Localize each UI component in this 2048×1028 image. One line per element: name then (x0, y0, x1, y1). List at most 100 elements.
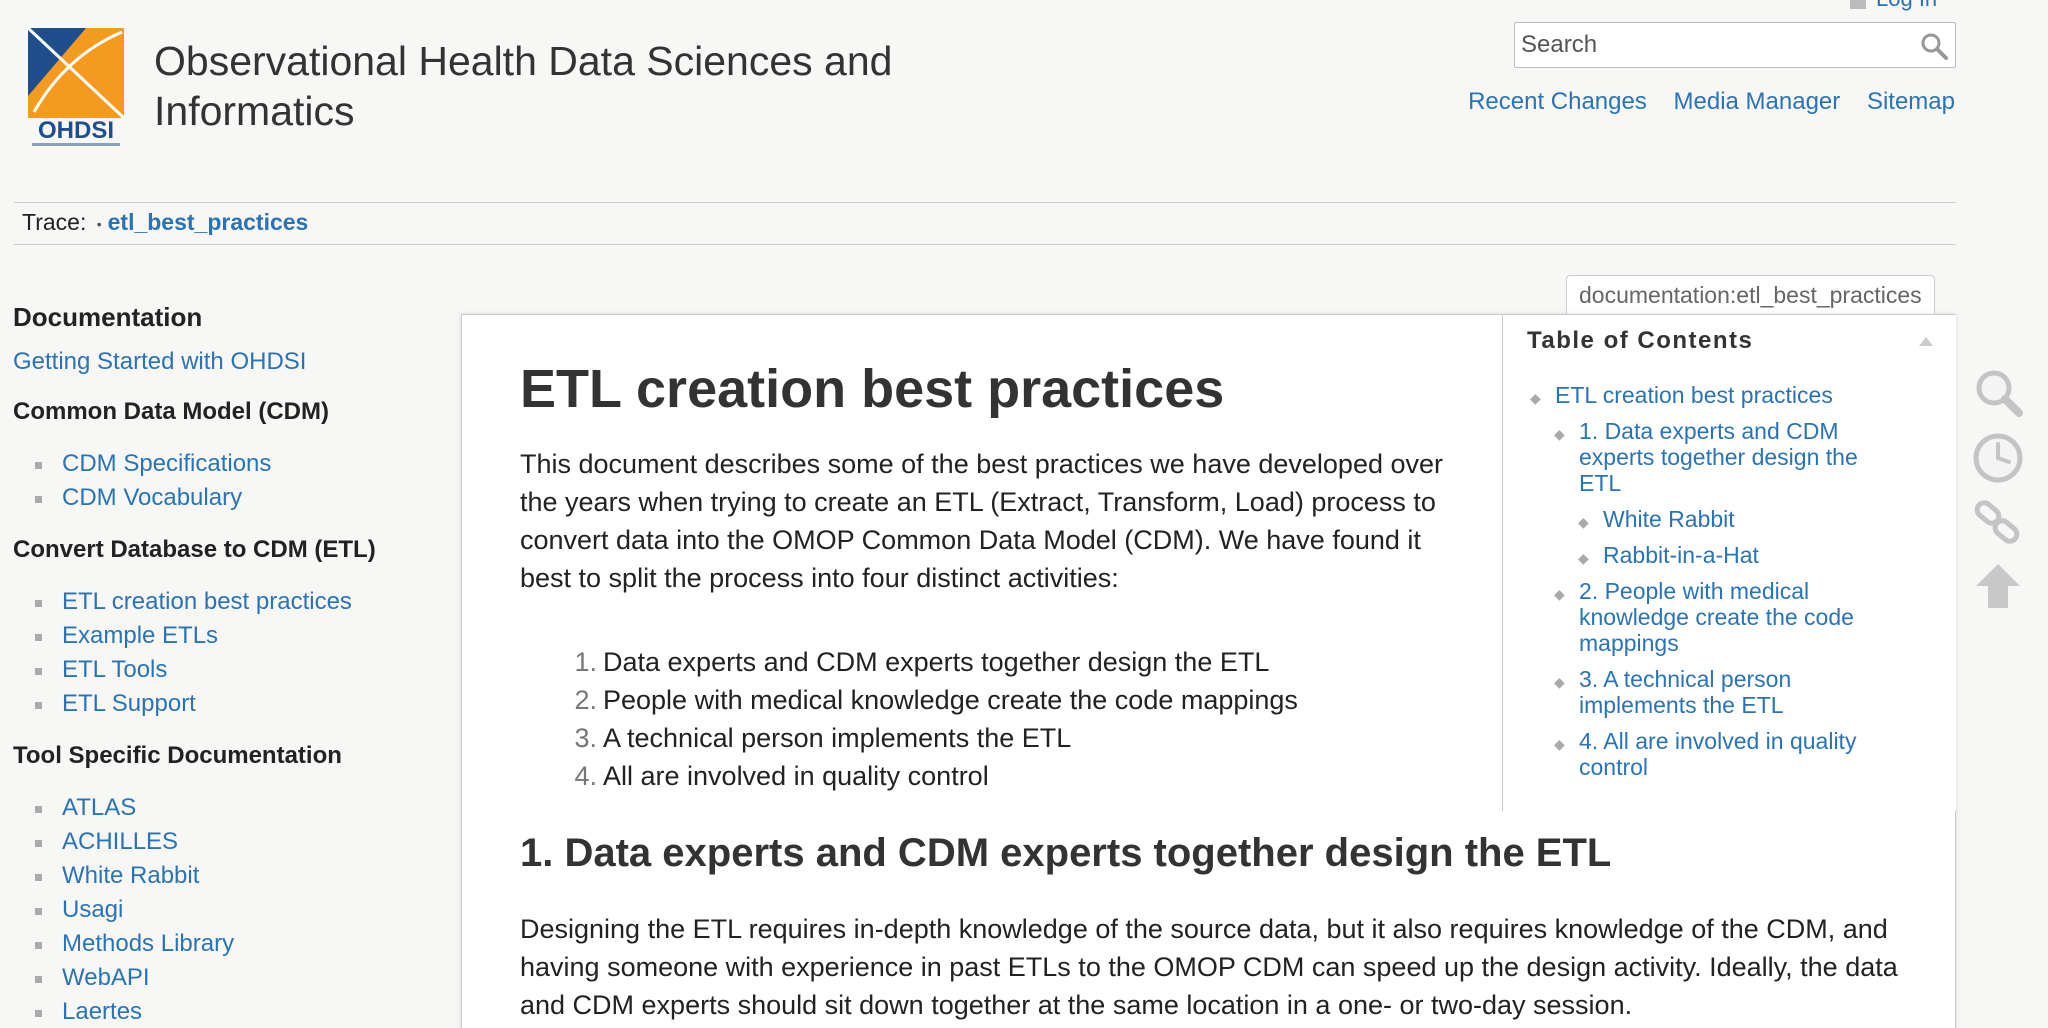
divider (14, 244, 1956, 245)
search-icon[interactable] (1972, 366, 2024, 418)
list-item-text: All are involved in quality control (603, 761, 989, 791)
steps-list: 1. Data experts and CDM experts together … (520, 643, 1298, 795)
sidebar-item-etl-tools[interactable]: ETL Tools (13, 653, 433, 687)
collapse-arrow-icon[interactable] (1919, 337, 1933, 346)
toc-item[interactable]: ◆ 4. All are involved in quality control (1554, 728, 1857, 780)
sidebar-item-laertes[interactable]: Laertes (13, 995, 433, 1028)
list-item-text: A technical person implements the ETL (603, 723, 1072, 753)
list-number: 3. (574, 723, 597, 753)
sidebar-item-white-rabbit[interactable]: White Rabbit (13, 859, 433, 893)
breadcrumb-page-link[interactable]: etl_best_practices (108, 209, 309, 235)
site-title[interactable]: Observational Health Data Sciences and I… (154, 36, 954, 136)
sidebar-item-cdm-vocabulary[interactable]: CDM Vocabulary (13, 481, 433, 515)
section-heading: 1. Data experts and CDM experts together… (520, 831, 1612, 875)
diamond-bullet-icon: ◆ (1578, 550, 1589, 566)
divider (14, 202, 1956, 203)
toc-item[interactable]: ◆ ETL creation best practices (1530, 382, 1833, 408)
search-icon[interactable] (1919, 31, 1949, 61)
toc-item[interactable]: ◆ White Rabbit (1578, 506, 1735, 532)
sidebar-item-methods-library[interactable]: Methods Library (13, 927, 433, 961)
toc-item-line: ETL (1579, 470, 1622, 496)
header-nav: Recent Changes Media Manager Sitemap (1448, 88, 1955, 116)
sidebar-list-tools: ATLAS ACHILLES White Rabbit Usagi Method… (13, 791, 433, 1028)
toc-item[interactable]: ◆ 3. A technical person implements the E… (1554, 666, 1792, 718)
toc-item-line: White Rabbit (1603, 506, 1735, 532)
diamond-bullet-icon: ◆ (1554, 586, 1565, 602)
toc-item-line: 4. All are involved in quality (1579, 728, 1857, 754)
sidebar-item-label[interactable]: Methods Library (62, 930, 234, 957)
toc-item-line: implements the ETL (1579, 692, 1784, 718)
section-paragraph: Designing the ETL requires in-depth know… (520, 914, 1898, 1020)
sidebar-section-etl: Convert Database to CDM (ETL) (13, 536, 376, 563)
logo-text: OHDSI (38, 117, 114, 144)
list-number: 1. (574, 647, 597, 677)
breadcrumb-separator: • (96, 215, 102, 232)
sidebar-item-webapi[interactable]: WebAPI (13, 961, 433, 995)
link-icon[interactable] (1972, 496, 2024, 548)
list-item: 4. All are involved in quality control (520, 757, 1298, 795)
sidebar-item-etl-best-practices[interactable]: ETL creation best practices (13, 585, 433, 619)
search-box (1514, 22, 1956, 68)
sidebar-item-label[interactable]: Example ETLs (62, 622, 218, 649)
sidebar-item-achilles[interactable]: ACHILLES (13, 825, 433, 859)
diamond-bullet-icon: ◆ (1554, 674, 1565, 690)
diamond-bullet-icon: ◆ (1554, 736, 1565, 752)
login-label[interactable]: Log In (1876, 0, 1937, 11)
sidebar: Documentation Getting Started with OHDSI… (13, 300, 433, 1028)
toc-item-line: knowledge create the code (1579, 604, 1854, 630)
arrow-up-icon[interactable] (1972, 560, 2024, 612)
page-id-tab: documentation:etl_best_practices (1566, 275, 1935, 315)
sidebar-item-label[interactable]: ACHILLES (62, 828, 178, 855)
diamond-bullet-icon: ◆ (1578, 514, 1589, 530)
toc-item-line: mappings (1579, 630, 1679, 656)
toc-item-line: experts together design the (1579, 444, 1858, 470)
intro-paragraph: This document describes some of the best… (520, 449, 1443, 593)
toc-item-line: ETL creation best practices (1555, 382, 1833, 408)
toc-item-line: 2. People with medical (1579, 578, 1810, 604)
sidebar-item-etl-support[interactable]: ETL Support (13, 687, 433, 721)
sidebar-item-cdm-specifications[interactable]: CDM Specifications (13, 447, 433, 481)
breadcrumb-label: Trace: (22, 209, 87, 235)
sidebar-item-label[interactable]: CDM Specifications (62, 450, 271, 477)
toc-item[interactable]: ◆ 2. People with medical knowledge creat… (1554, 578, 1854, 656)
toc-item[interactable]: ◆ Rabbit-in-a-Hat (1578, 542, 1759, 568)
sidebar-item-label[interactable]: White Rabbit (62, 862, 199, 889)
diamond-bullet-icon: ◆ (1530, 390, 1541, 406)
page-content: ETL creation best practices This documen… (461, 314, 1956, 1028)
toc-item-line: 3. A technical person (1579, 666, 1792, 692)
recent-changes-link[interactable]: Recent Changes (1468, 88, 1647, 115)
page-title: ETL creation best practices (520, 359, 1225, 419)
list-item: 2. People with medical knowledge create t… (520, 681, 1298, 719)
sidebar-item-atlas[interactable]: ATLAS (13, 791, 433, 825)
diamond-bullet-icon: ◆ (1554, 426, 1565, 442)
media-manager-link[interactable]: Media Manager (1674, 88, 1841, 115)
sidebar-item-label[interactable]: ETL Tools (62, 656, 167, 683)
sidebar-item-label[interactable]: ATLAS (62, 794, 136, 821)
sidebar-item-label[interactable]: ETL Support (62, 690, 196, 717)
sidebar-item-label[interactable]: Usagi (62, 896, 123, 923)
sidebar-item-label[interactable]: Laertes (62, 998, 142, 1025)
sidebar-title: Documentation (13, 302, 203, 332)
sidebar-item-example-etls[interactable]: Example ETLs (13, 619, 433, 653)
toc-title[interactable]: Table of Contents (1527, 327, 1753, 355)
sitemap-link[interactable]: Sitemap (1867, 88, 1955, 115)
sidebar-item-label[interactable]: CDM Vocabulary (62, 484, 242, 511)
toc-item-line: 1. Data experts and CDM (1579, 418, 1839, 444)
list-item: 3. A technical person implements the ETL (520, 719, 1298, 757)
toc-item-line: Rabbit-in-a-Hat (1603, 542, 1759, 568)
sidebar-item-usagi[interactable]: Usagi (13, 893, 433, 927)
list-item-text: People with medical knowledge create the… (603, 685, 1298, 715)
breadcrumb: Trace: • etl_best_practices (22, 209, 308, 236)
list-item: 1. Data experts and CDM experts together … (520, 643, 1298, 681)
clock-icon[interactable] (1972, 432, 2024, 484)
sidebar-list-etl: ETL creation best practices Example ETLs… (13, 585, 433, 721)
search-input[interactable] (1517, 25, 1907, 65)
toc-item[interactable]: ◆ 1. Data experts and CDM experts togeth… (1554, 418, 1858, 496)
sidebar-section-cdm: Common Data Model (CDM) (13, 398, 329, 425)
sidebar-list-cdm: CDM Specifications CDM Vocabulary (13, 447, 433, 515)
ohdsi-logo[interactable]: OHDSI (26, 26, 126, 150)
sidebar-link-getting-started[interactable]: Getting Started with OHDSI (13, 347, 433, 377)
sidebar-item-label[interactable]: WebAPI (62, 964, 150, 991)
sidebar-item-label[interactable]: ETL creation best practices (62, 588, 352, 615)
login-link[interactable]: Log In (1850, 0, 1937, 12)
